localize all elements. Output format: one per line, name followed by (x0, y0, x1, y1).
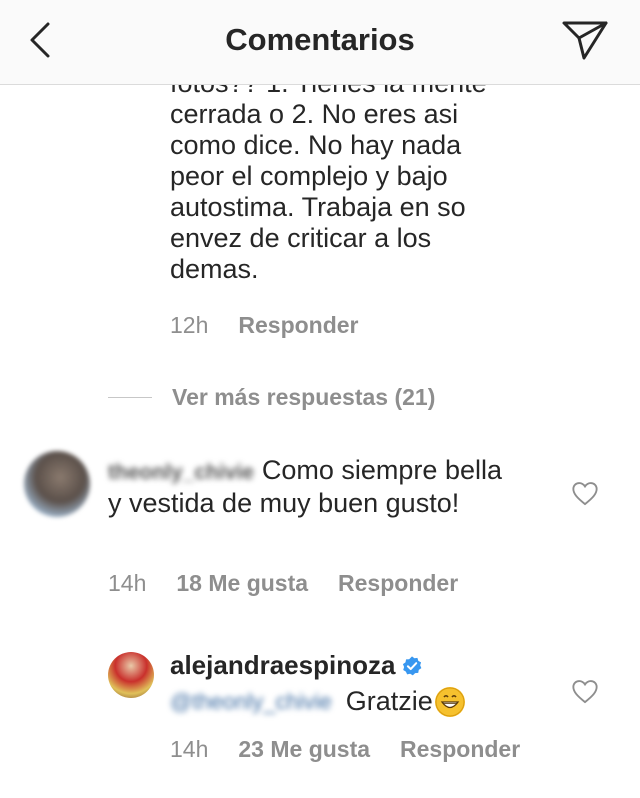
comments-list: fotos?? 1. Tienes la mente cerrada o 2. … (0, 0, 640, 798)
avatar[interactable] (24, 451, 90, 517)
comment-time: 12h (170, 312, 209, 338)
top-nav-bar: Comentarios (0, 0, 640, 85)
reply-button[interactable]: Responder (238, 312, 358, 339)
grinning-emoji-icon (434, 686, 465, 717)
comment-body: theonly_chivie Como siempre bella y vesti… (108, 455, 508, 519)
reply-text: Gratzie (345, 686, 433, 716)
comment-time: 14h (170, 736, 209, 762)
verified-badge-icon (403, 655, 422, 675)
reply-comment-meta: 12h Responder (170, 312, 359, 339)
reply-comment-text: fotos?? 1. Tienes la mente cerrada o 2. … (170, 68, 487, 284)
reply-body: @theonly_chivie Gratzie (170, 686, 465, 717)
reply-username[interactable]: alejandraespinoza (170, 650, 423, 681)
send-direct-icon[interactable] (560, 18, 610, 62)
reply-username-label: alejandraespinoza (170, 650, 396, 680)
comment-meta: 14h 18 Me gusta Responder (108, 570, 458, 597)
reply-button[interactable]: Responder (338, 570, 458, 597)
comment-username[interactable]: theonly_chivie (108, 457, 254, 488)
comment-time: 14h (108, 570, 147, 596)
page-title: Comentarios (225, 22, 415, 57)
reply-mention[interactable]: @theonly_chivie (170, 689, 332, 715)
divider-line (108, 397, 152, 398)
view-more-label: Ver más respuestas (21) (172, 384, 436, 410)
likes-count-button[interactable]: 23 Me gusta (238, 736, 370, 763)
reply-button[interactable]: Responder (400, 736, 520, 763)
view-more-replies-button[interactable]: Ver más respuestas (21) (108, 384, 435, 411)
like-heart-icon[interactable] (571, 480, 599, 506)
likes-count-button[interactable]: 18 Me gusta (176, 570, 308, 597)
avatar[interactable] (108, 652, 154, 698)
like-heart-icon[interactable] (571, 678, 599, 704)
reply-meta: 14h 23 Me gusta Responder (170, 736, 520, 763)
